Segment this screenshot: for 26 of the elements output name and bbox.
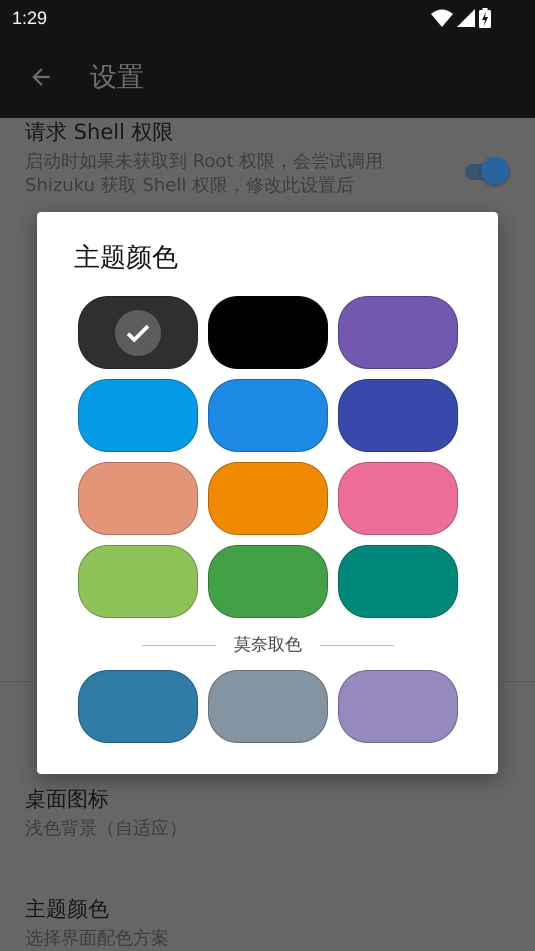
- signal-icon: [457, 9, 475, 27]
- section-label: 莫奈取色: [234, 634, 302, 656]
- color-swatch[interactable]: [208, 545, 328, 618]
- setting-title: 主题颜色: [25, 896, 110, 923]
- setting-title: 桌面图标: [25, 786, 110, 813]
- color-swatch[interactable]: [338, 462, 458, 535]
- color-swatch[interactable]: [208, 379, 328, 452]
- color-swatch[interactable]: [208, 296, 328, 369]
- color-swatch[interactable]: [78, 462, 198, 535]
- battery-icon: [479, 8, 491, 28]
- color-swatch[interactable]: [78, 670, 198, 743]
- color-swatch[interactable]: [338, 296, 458, 369]
- dialog-title: 主题颜色: [74, 242, 179, 274]
- color-swatch[interactable]: [208, 670, 328, 743]
- color-swatch[interactable]: [208, 462, 328, 535]
- color-swatch[interactable]: [78, 545, 198, 618]
- status-time: 1:29: [12, 8, 48, 28]
- color-swatch[interactable]: [78, 379, 198, 452]
- color-swatch[interactable]: [78, 296, 198, 369]
- color-swatch[interactable]: [338, 379, 458, 452]
- page-title: 设置: [90, 61, 144, 95]
- wifi-icon: [431, 9, 453, 27]
- color-swatch[interactable]: [338, 545, 458, 618]
- color-swatch[interactable]: [338, 670, 458, 743]
- setting-title: 请求 Shell 权限: [25, 119, 175, 146]
- check-icon: [115, 310, 161, 356]
